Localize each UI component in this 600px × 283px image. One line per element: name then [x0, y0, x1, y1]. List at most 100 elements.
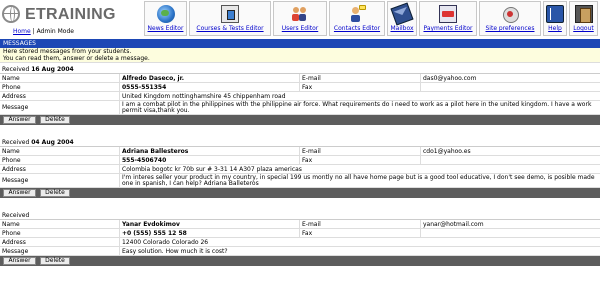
- mode-indicator: Home | Admin Mode: [13, 28, 74, 35]
- nav-mailbox-label: Mailbox: [390, 25, 414, 32]
- message-text: I'm interes seller your product in my co…: [119, 174, 600, 188]
- message-label: Message: [2, 248, 29, 255]
- nav-site-preferences-label: Site preferences: [485, 25, 535, 32]
- globe-logo-icon: [2, 5, 20, 23]
- globe-news-icon: [156, 5, 175, 23]
- answer-button[interactable]: Answer: [3, 116, 36, 124]
- email-label: E-mail: [299, 147, 420, 156]
- phone-row: Phone 555-4506740 Fax: [0, 156, 600, 165]
- preferences-icon: [501, 5, 519, 23]
- message-actions: Answer Delete: [0, 115, 600, 125]
- nav-contacts-editor[interactable]: Contacts Editor: [329, 1, 385, 36]
- received-label: Received: [2, 212, 30, 219]
- sender-phone: 0555-551354: [119, 83, 299, 92]
- message-block: Received 16 Aug 2004 Name Alfredo Daseco…: [0, 65, 600, 125]
- address-row: Address 12400 Colorado Colorado 26: [0, 238, 600, 247]
- received-header: Received 04 Aug 2004: [0, 138, 600, 147]
- nav-payments-editor[interactable]: Payments Editor: [419, 1, 477, 36]
- section-title: MESSAGES: [3, 40, 36, 47]
- nav-logout[interactable]: Logout: [569, 1, 598, 36]
- nav-site-preferences[interactable]: Site preferences: [479, 1, 541, 36]
- message-actions: Answer Delete: [0, 256, 600, 266]
- address-label: Address: [2, 93, 26, 100]
- name-row: Name Yanar Evdokimov E-mail yanar@hotmai…: [0, 220, 600, 229]
- message-row: Message I am a combat pilot in the phili…: [0, 101, 600, 115]
- sender-phone: 555-4506740: [119, 156, 299, 165]
- sender-email: yanar@hotmail.com: [420, 220, 600, 229]
- help-book-icon: [546, 5, 564, 23]
- nav-logout-label: Logout: [573, 25, 594, 32]
- delete-button[interactable]: Delete: [40, 257, 70, 265]
- phone-label: Phone: [2, 230, 21, 237]
- sender-address: 12400 Colorado Colorado 26: [119, 238, 600, 247]
- message-actions: Answer Delete: [0, 188, 600, 198]
- nav-users-editor[interactable]: Users Editor: [273, 1, 327, 36]
- course-book-icon: [221, 5, 239, 23]
- section-title-bar: MESSAGES: [0, 39, 600, 48]
- phone-row: Phone +0 (555) 555 12 58 Fax: [0, 229, 600, 238]
- phone-row: Phone 0555-551354 Fax: [0, 83, 600, 92]
- intro-line-2: You can read them, answer or delete a me…: [3, 54, 150, 62]
- payments-icon: [439, 5, 457, 23]
- fax-label: Fax: [299, 156, 420, 165]
- intro-text: Here stored messages from your students.…: [0, 48, 600, 63]
- message-block: Received Name Yanar Evdokimov E-mail yan…: [0, 211, 600, 266]
- name-label: Name: [2, 221, 20, 228]
- message-block: Received 04 Aug 2004 Name Adriana Balles…: [0, 138, 600, 198]
- phone-label: Phone: [2, 84, 21, 91]
- name-label: Name: [2, 148, 20, 155]
- contacts-icon: [348, 5, 366, 23]
- address-row: Address United Kingdom nottinghamshire 4…: [0, 92, 600, 101]
- received-header: Received 16 Aug 2004: [0, 65, 600, 74]
- users-icon: [291, 5, 309, 23]
- name-row: Name Adriana Ballesteros E-mail cdo1@yah…: [0, 147, 600, 156]
- sender-fax: [420, 156, 600, 165]
- sender-fax: [420, 229, 600, 238]
- answer-button[interactable]: Answer: [3, 189, 36, 197]
- app-logo: ETRAINING: [2, 5, 142, 23]
- logout-door-icon: [574, 5, 593, 23]
- nav-courses-tests-editor-label: Courses & Tests Editor: [196, 25, 264, 32]
- answer-button[interactable]: Answer: [3, 257, 36, 265]
- fax-label: Fax: [299, 83, 420, 92]
- sender-email: cdo1@yahoo.es: [420, 147, 600, 156]
- admin-mode-label: Admin Mode: [36, 28, 74, 35]
- delete-button[interactable]: Delete: [40, 189, 70, 197]
- sender-name: Alfredo Daseco, jr.: [119, 74, 299, 83]
- home-link[interactable]: Home: [13, 28, 31, 35]
- nav-mailbox[interactable]: Mailbox: [387, 1, 417, 36]
- sender-name: Yanar Evdokimov: [119, 220, 299, 229]
- nav-help[interactable]: Help: [543, 1, 567, 36]
- fax-label: Fax: [299, 229, 420, 238]
- message-row: Message Easy solution. How much it is co…: [0, 247, 600, 256]
- message-text: Easy solution. How much it is cost?: [119, 247, 600, 256]
- sender-email: das0@yahoo.com: [420, 74, 600, 83]
- nav-help-label: Help: [548, 25, 562, 32]
- message-row: Message I'm interes seller your product …: [0, 174, 600, 188]
- received-label: Received: [2, 139, 30, 146]
- sender-address: Colombia bogotc kr 70b sur # 3-31 14 A30…: [119, 165, 600, 174]
- received-label: Received: [2, 66, 30, 73]
- app-header: ETRAINING Home | Admin Mode News Editor …: [0, 0, 600, 38]
- email-label: E-mail: [299, 220, 420, 229]
- mailbox-icon: [390, 2, 414, 26]
- email-label: E-mail: [299, 74, 420, 83]
- received-header: Received: [0, 211, 600, 220]
- nav-news-editor[interactable]: News Editor: [144, 1, 187, 36]
- address-row: Address Colombia bogotc kr 70b sur # 3-3…: [0, 165, 600, 174]
- nav-courses-tests-editor[interactable]: Courses & Tests Editor: [189, 1, 271, 36]
- message-label: Message: [2, 177, 29, 184]
- sender-address: United Kingdom nottinghamshire 45 chippe…: [119, 92, 600, 101]
- nav-news-editor-label: News Editor: [147, 25, 184, 32]
- nav-payments-editor-label: Payments Editor: [423, 25, 473, 32]
- nav-users-editor-label: Users Editor: [281, 25, 319, 32]
- message-text: I am a combat pilot in the philippines w…: [119, 101, 600, 115]
- name-label: Name: [2, 75, 20, 82]
- address-label: Address: [2, 239, 26, 246]
- sender-name: Adriana Ballesteros: [119, 147, 299, 156]
- sender-phone: +0 (555) 555 12 58: [119, 229, 299, 238]
- received-date: 04 Aug 2004: [31, 139, 74, 146]
- delete-button[interactable]: Delete: [40, 116, 70, 124]
- sender-fax: [420, 83, 600, 92]
- address-label: Address: [2, 166, 26, 173]
